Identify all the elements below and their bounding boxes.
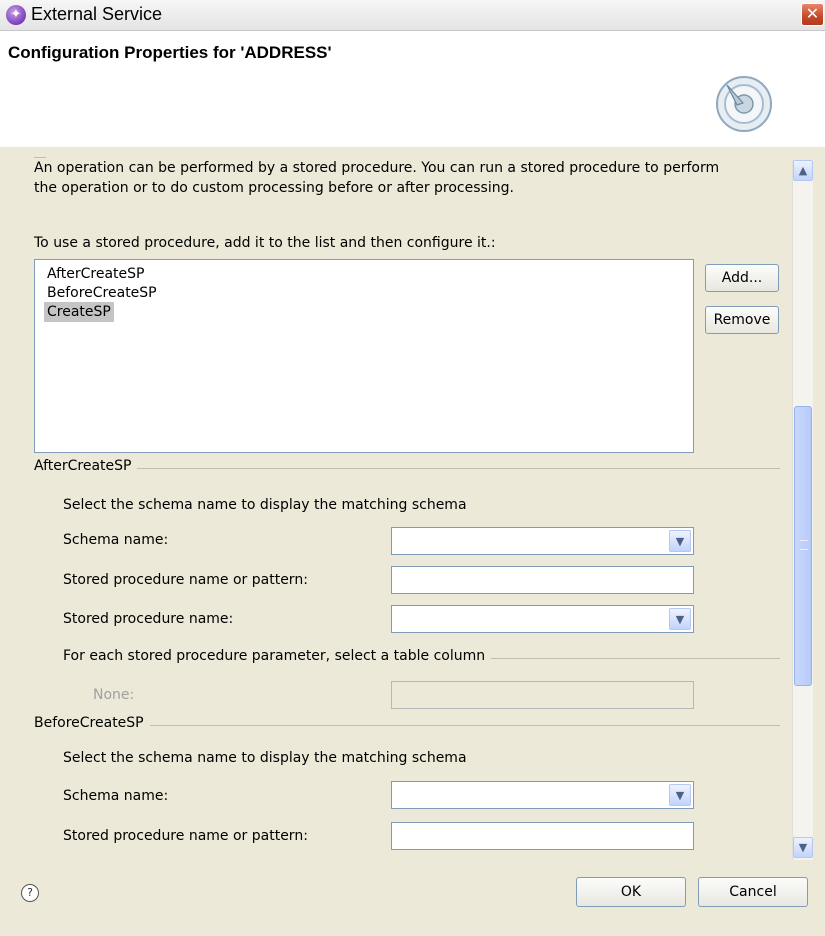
- schema-name-select[interactable]: ▼: [391, 527, 694, 555]
- button-bar: ? OK Cancel: [0, 860, 825, 936]
- procedure-list[interactable]: AfterCreateSP BeforeCreateSP CreateSP: [34, 259, 694, 453]
- content-area: An operation can be performed by a store…: [0, 147, 825, 860]
- schema-hint: Select the schema name to display the ma…: [63, 497, 467, 513]
- title-bar: ✦ External Service ✕: [0, 0, 825, 31]
- pattern-label: Stored procedure name or pattern:: [63, 828, 308, 844]
- ok-button[interactable]: OK: [576, 877, 686, 907]
- group-divider: [34, 468, 780, 469]
- schema-name-select[interactable]: ▼: [391, 781, 694, 809]
- param-group-title: For each stored procedure parameter, sel…: [63, 648, 492, 664]
- cancel-button[interactable]: Cancel: [698, 877, 808, 907]
- clipped-checkbox: [34, 157, 46, 158]
- none-field: [391, 681, 694, 709]
- app-icon: ✦: [6, 5, 26, 25]
- pattern-input[interactable]: [391, 566, 694, 594]
- list-item-selected[interactable]: CreateSP: [44, 302, 114, 322]
- schema-name-label: Schema name:: [63, 532, 169, 548]
- group-title-before: BeforeCreateSP: [34, 715, 150, 731]
- add-button[interactable]: Add...: [705, 264, 779, 292]
- instruction-text: To use a stored procedure, add it to the…: [34, 235, 496, 251]
- chevron-down-icon[interactable]: ▼: [669, 784, 691, 806]
- grip-icon: [800, 540, 808, 550]
- window-title: External Service: [31, 4, 163, 24]
- schema-hint: Select the schema name to display the ma…: [63, 750, 467, 766]
- banner: Configuration Properties for 'ADDRESS': [0, 31, 825, 148]
- remove-button[interactable]: Remove: [705, 306, 779, 334]
- proc-name-select[interactable]: ▼: [391, 605, 694, 633]
- description-line-2: the operation or to do custom processing…: [34, 180, 514, 196]
- list-item[interactable]: BeforeCreateSP: [44, 283, 160, 303]
- scrollbar-thumb[interactable]: [794, 406, 812, 686]
- pattern-label: Stored procedure name or pattern:: [63, 572, 308, 588]
- vertical-scrollbar[interactable]: ▲ ▼: [792, 160, 813, 860]
- wizard-graphic-icon: [716, 76, 772, 132]
- page-title: Configuration Properties for 'ADDRESS': [8, 43, 332, 62]
- arrow-up-icon[interactable]: ▲: [793, 160, 813, 181]
- pattern-input[interactable]: [391, 822, 694, 850]
- schema-name-label: Schema name:: [63, 788, 169, 804]
- description-line-1: An operation can be performed by a store…: [34, 160, 720, 176]
- proc-name-label: Stored procedure name:: [63, 611, 234, 627]
- arrow-down-icon[interactable]: ▼: [793, 837, 813, 858]
- help-icon[interactable]: ?: [21, 884, 39, 902]
- close-button[interactable]: ✕: [801, 3, 824, 26]
- group-title-after: AfterCreateSP: [34, 458, 138, 474]
- chevron-down-icon[interactable]: ▼: [669, 530, 691, 552]
- list-item[interactable]: AfterCreateSP: [44, 264, 147, 284]
- none-label: None:: [93, 687, 135, 703]
- chevron-down-icon[interactable]: ▼: [669, 608, 691, 630]
